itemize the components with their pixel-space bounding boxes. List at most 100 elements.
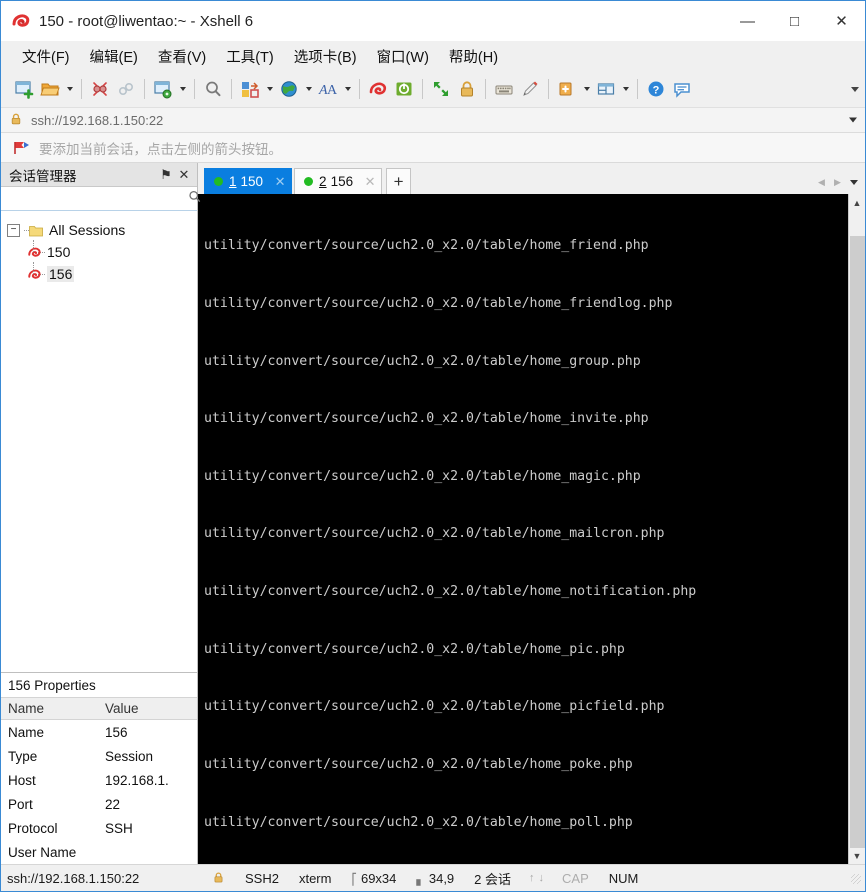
- status-num-lock: NUM: [608, 870, 639, 886]
- scroll-up-icon[interactable]: ▲: [849, 195, 865, 210]
- globe-icon[interactable]: [276, 76, 302, 102]
- menu-help[interactable]: 帮助(H): [440, 43, 507, 70]
- toolbar-separator: [422, 79, 423, 99]
- properties-row[interactable]: Type Session: [1, 744, 197, 768]
- session-icon: [27, 267, 42, 282]
- svg-text:A: A: [327, 83, 338, 98]
- tab-bar: 1 150 ✕ 2 156 ✕ + ◀ ▶: [198, 163, 865, 194]
- fullscreen-icon[interactable]: [428, 76, 454, 102]
- terminal-line: utility/convert/source/uch2.0_x2.0/table…: [204, 411, 649, 427]
- find-icon[interactable]: [200, 76, 226, 102]
- properties-row[interactable]: Host 192.168.1.: [1, 768, 197, 792]
- help-icon[interactable]: ?: [643, 76, 669, 102]
- open-folder-dropdown-caret[interactable]: [63, 76, 76, 102]
- terminal-line: utility/convert/source/uch2.0_x2.0/table…: [204, 756, 633, 772]
- xshell-icon[interactable]: [365, 76, 391, 102]
- scroll-down-icon[interactable]: ▼: [849, 848, 865, 863]
- toolbar-overflow-caret[interactable]: [851, 71, 859, 107]
- menu-tools[interactable]: 工具(T): [217, 43, 283, 70]
- tab-index: 2: [319, 174, 327, 189]
- resize-grip-icon[interactable]: [848, 871, 862, 885]
- close-button[interactable]: ✕: [818, 1, 865, 41]
- properties-row[interactable]: Protocol SSH: [1, 816, 197, 840]
- terminal-line: utility/convert/source/uch2.0_x2.0/table…: [204, 641, 625, 657]
- session-item-150[interactable]: 150: [27, 240, 197, 263]
- tab-list-dropdown-caret[interactable]: [847, 174, 861, 190]
- session-item-156[interactable]: 156: [27, 262, 197, 285]
- disconnect-icon[interactable]: [87, 76, 113, 102]
- toolbar-separator: [194, 79, 195, 99]
- address-url: ssh://192.168.1.150:22: [31, 112, 164, 128]
- file-transfer-dropdown-caret[interactable]: [263, 76, 276, 102]
- terminal-output[interactable]: utility/convert/source/uch2.0_x2.0/table…: [198, 194, 848, 864]
- tab-status-dot: [304, 177, 314, 186]
- status-cursor-position: ▖ 34,9: [406, 871, 464, 886]
- status-terminal-type: xterm: [298, 870, 332, 886]
- session-properties-dropdown-caret[interactable]: [176, 76, 189, 102]
- open-folder-icon[interactable]: [37, 76, 63, 102]
- tree-collapse-toggle[interactable]: −: [7, 223, 20, 237]
- add-panel-dropdown-caret[interactable]: [580, 76, 593, 102]
- tab-scroll-right-icon[interactable]: ▶: [831, 174, 844, 190]
- font-dropdown-caret[interactable]: [341, 76, 354, 102]
- properties-row[interactable]: Port 22: [1, 792, 197, 816]
- compose-icon[interactable]: [517, 76, 543, 102]
- new-tab-button[interactable]: +: [386, 168, 412, 194]
- title-bar: 150 - root@liwentao:~ - Xshell 6 — □ ✕: [1, 1, 865, 41]
- scrollbar-track[interactable]: [849, 210, 865, 848]
- tab-session-150[interactable]: 1 150 ✕: [204, 168, 293, 194]
- menu-file[interactable]: 文件(F): [13, 43, 79, 70]
- address-bar[interactable]: ssh://192.168.1.150:22: [1, 107, 865, 133]
- reconnect-icon[interactable]: [113, 76, 139, 102]
- tab-session-156[interactable]: 2 156 ✕: [294, 168, 383, 194]
- font-icon[interactable]: A A: [315, 76, 341, 102]
- menu-view[interactable]: 查看(V): [149, 43, 215, 70]
- terminal-line: utility/convert/source/uch2.0_x2.0/table…: [204, 468, 641, 484]
- property-name: Type: [8, 748, 38, 764]
- layout-dropdown-caret[interactable]: [619, 76, 632, 102]
- file-transfer-icon[interactable]: [237, 76, 263, 102]
- chat-icon[interactable]: [669, 76, 695, 102]
- session-tree: − All Sessions 150 156: [1, 211, 197, 672]
- keyboard-icon[interactable]: [491, 76, 517, 102]
- address-dropdown-caret[interactable]: [849, 117, 857, 123]
- tree-root-all-sessions[interactable]: − All Sessions: [7, 219, 197, 241]
- minimize-button[interactable]: —: [724, 1, 771, 41]
- menu-window[interactable]: 窗口(W): [368, 43, 438, 70]
- status-protocol: SSH2: [245, 870, 279, 886]
- close-panel-icon[interactable]: ✕: [175, 165, 193, 185]
- lock-icon: [9, 112, 25, 128]
- menu-edit[interactable]: 编辑(E): [81, 43, 147, 70]
- tab-close-icon[interactable]: ✕: [273, 174, 287, 190]
- tab-close-icon[interactable]: ✕: [363, 174, 377, 190]
- maximize-button[interactable]: □: [771, 1, 818, 41]
- terminal-scrollbar[interactable]: ▲ ▼: [848, 194, 865, 864]
- main-body: 会话管理器 ⚑ ✕ − All Sessions 150 156 156 Pro…: [1, 163, 865, 864]
- hint-bar: 要添加当前会话，点击左侧的箭头按钮。: [1, 133, 865, 163]
- layout-icon[interactable]: [593, 76, 619, 102]
- session-item-label: 150: [47, 244, 71, 260]
- terminal-line: utility/convert/source/uch2.0_x2.0/table…: [204, 353, 641, 369]
- property-name: User Name: [8, 844, 77, 860]
- lock-icon[interactable]: [454, 76, 480, 102]
- properties-row[interactable]: User Name: [1, 840, 197, 864]
- xftp-icon[interactable]: [391, 76, 417, 102]
- toolbar-separator: [231, 79, 232, 99]
- scrollbar-thumb[interactable]: [849, 235, 865, 848]
- status-cursor-value: 34,9: [428, 870, 455, 886]
- menu-tabs[interactable]: 选项卡(B): [285, 43, 366, 70]
- pin-icon[interactable]: ⚑: [157, 165, 175, 185]
- globe-dropdown-caret[interactable]: [302, 76, 315, 102]
- terminal-line: utility/convert/source/uch2.0_x2.0/table…: [204, 699, 665, 715]
- session-properties-icon[interactable]: [150, 76, 176, 102]
- terminal-line: utility/convert/source/uch2.0_x2.0/table…: [204, 526, 665, 542]
- toolbar-separator: [548, 79, 549, 99]
- search-input[interactable]: [7, 190, 187, 207]
- tab-scroll-left-icon[interactable]: ◀: [815, 174, 828, 190]
- properties-row[interactable]: Name 156: [1, 720, 197, 744]
- session-search-bar[interactable]: [1, 187, 201, 211]
- add-panel-icon[interactable]: [554, 76, 580, 102]
- property-value: 22: [105, 796, 121, 812]
- new-session-icon[interactable]: [11, 76, 37, 102]
- terminal-pane: 1 150 ✕ 2 156 ✕ + ◀ ▶ utility/convert/so…: [198, 163, 865, 864]
